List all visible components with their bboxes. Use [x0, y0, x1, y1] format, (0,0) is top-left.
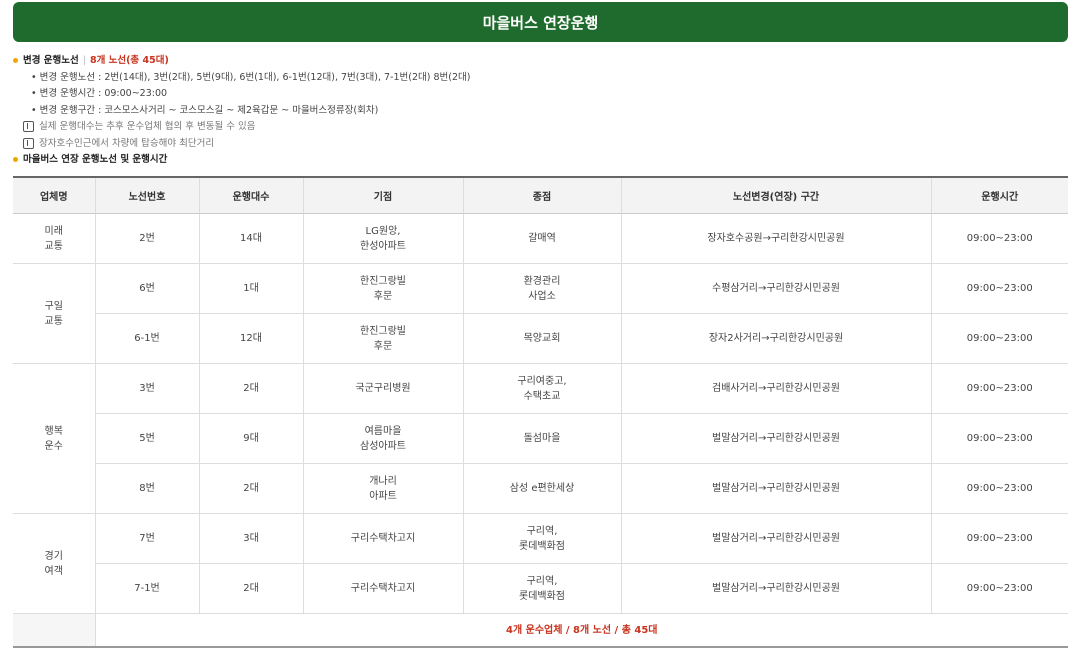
route-cell: 6-1번 [94, 313, 199, 364]
table-header-row: 업체명 노선번호 운행대수 기점 종점 노선변경(연장) 구간 운행시간 [13, 176, 1068, 214]
end-cell: 구리역, 롯데백화점 [462, 563, 621, 614]
hours-cell: 09:00~23:00 [930, 463, 1068, 514]
hours-detail: • 변경 운행시간 : 09:00~23:00 [31, 88, 168, 99]
hours-cell: 09:00~23:00 [930, 363, 1068, 414]
end-cell: 구리역, 롯데백화점 [462, 513, 621, 564]
total-summary: 4개 운수업체 / 8개 노선 / 총 45대 [94, 613, 1068, 648]
start-cell: LG원앙, 한성아파트 [302, 213, 463, 264]
summary-blank-cell [13, 613, 95, 648]
info-section: 변경 운행노선 | 8개 노선(총 45대) • 변경 운행노선 : 2번(14대)… [13, 53, 1068, 169]
section-cell: 벌말삼거리→구리한강시민공원 [620, 563, 931, 614]
hours-cell: 09:00~23:00 [930, 563, 1068, 614]
buses-cell: 12대 [198, 313, 303, 364]
company-cell: 경기 여객 [13, 513, 95, 614]
table-row: 6-1번 12대 한진그랑빌 후문 목양교회 장자2사거리→구리한강시민공원 0… [13, 313, 1068, 364]
end-cell: 구리여중고, 수택초교 [462, 363, 621, 414]
start-cell: 국군구리병원 [302, 363, 463, 414]
table-title: 마을버스 연장 운행노선 및 운행시간 [23, 154, 168, 165]
hours-cell: 09:00~23:00 [930, 313, 1068, 364]
route-cell: 7번 [94, 513, 199, 564]
section-cell: 벌말삼거리→구리한강시민공원 [620, 413, 931, 464]
end-cell: 환경관리 사업소 [462, 263, 621, 314]
section-cell: 장자2사거리→구리한강시민공원 [620, 313, 931, 364]
routes-table: 업체명 노선번호 운행대수 기점 종점 노선변경(연장) 구간 운행시간 미래 … [13, 176, 1068, 648]
section-detail: • 변경 운행구간 : 코스모스사거리 ~ 코스모스길 ~ 제2육갑문 ~ 마을… [31, 104, 379, 116]
start-cell: 한진그랑빌 후문 [302, 313, 463, 364]
table-row: 7-1번 2대 구리수택차고지 구리역, 롯데백화점 벌말삼거리→구리한강시민공… [13, 563, 1068, 614]
start-cell: 개나리 아파트 [302, 463, 463, 514]
notice-icon [23, 137, 34, 149]
summary-row: 4개 운수업체 / 8개 노선 / 총 45대 [13, 613, 1068, 648]
route-cell: 7-1번 [94, 563, 199, 614]
hours-cell: 09:00~23:00 [930, 413, 1068, 464]
table-title-line: 마을버스 연장 운행노선 및 운행시간 [13, 152, 1068, 169]
changed-routes-line: 변경 운행노선 | 8개 노선(총 45대) [13, 53, 1068, 70]
route-cell: 3번 [94, 363, 199, 414]
section-cell: 벌말삼거리→구리한강시민공원 [620, 513, 931, 564]
company-cell: 구일 교통 [13, 263, 95, 364]
route-cell: 8번 [94, 463, 199, 514]
start-cell: 여름마을 삼성아파트 [302, 413, 463, 464]
divider: | [82, 55, 86, 66]
note-2: 장자호수인근에서 차량에 탑승해야 최단거리 [13, 136, 1068, 153]
note-2-text: 장자호수인근에서 차량에 탑승해야 최단거리 [39, 137, 215, 149]
table-row: 행복 운수 3번 2대 국군구리병원 구리여중고, 수택초교 검배사거리→구리한… [13, 363, 1068, 514]
table-row: 경기 여객 7번 3대 구리수택차고지 구리역, 롯데백화점 벌말삼거리→구리한… [13, 513, 1068, 614]
route-cell: 5번 [94, 413, 199, 464]
end-cell: 갈매역 [462, 213, 621, 264]
header-buses: 운행대수 [198, 176, 303, 214]
table-body: 미래 교통 2번 14대 LG원앙, 한성아파트 갈매역 장자호수공원→구리한강… [13, 213, 1068, 648]
company-cell: 미래 교통 [13, 213, 95, 264]
start-cell: 한진그랑빌 후문 [302, 263, 463, 314]
page-banner: 마을버스 연장운행 [13, 2, 1068, 42]
table-row: 5번 9대 여름마을 삼성아파트 돌섬마을 벌말삼거리→구리한강시민공원 09:… [13, 413, 1068, 464]
company-cell: 행복 운수 [13, 363, 95, 514]
changed-routes-label: 변경 운행노선 [23, 55, 79, 66]
buses-cell: 14대 [198, 213, 303, 264]
note-1-text: 실제 운행대수는 추후 운수업체 협의 후 변동될 수 있음 [39, 121, 256, 132]
header-end: 종점 [462, 176, 621, 214]
start-cell: 구리수택차고지 [302, 563, 463, 614]
table-row: 8번 2대 개나리 아파트 삼성 e편한세상 벌말삼거리→구리한강시민공원 09… [13, 463, 1068, 514]
header-company: 업체명 [13, 176, 95, 214]
route-cell: 6번 [94, 263, 199, 314]
end-cell: 돌섬마을 [462, 413, 621, 464]
note-1: 실제 운행대수는 추후 운수업체 협의 후 변동될 수 있음 [13, 119, 1068, 136]
section-cell: 검배사거리→구리한강시민공원 [620, 363, 931, 414]
header-route: 노선번호 [94, 176, 199, 214]
buses-cell: 1대 [198, 263, 303, 314]
end-cell: 목양교회 [462, 313, 621, 364]
section-cell: 벌말삼거리→구리한강시민공원 [620, 463, 931, 514]
buses-cell: 9대 [198, 413, 303, 464]
bullet-dot-icon [13, 157, 18, 162]
buses-cell: 2대 [198, 563, 303, 614]
header-section: 노선변경(연장) 구간 [620, 176, 931, 214]
table-row: 미래 교통 2번 14대 LG원앙, 한성아파트 갈매역 장자호수공원→구리한강… [13, 213, 1068, 264]
bullet-dot-icon [13, 58, 18, 63]
notice-icon [23, 121, 34, 132]
buses-cell: 3대 [198, 513, 303, 564]
hours-cell: 09:00~23:00 [930, 263, 1068, 314]
header-start: 기점 [302, 176, 463, 214]
section-cell: 장자호수공원→구리한강시민공원 [620, 213, 931, 264]
table-row: 구일 교통 6번 1대 한진그랑빌 후문 환경관리 사업소 수평삼거리→구리한강… [13, 263, 1068, 364]
hours-cell: 09:00~23:00 [930, 513, 1068, 564]
changed-routes-highlight: 8개 노선(총 45대) [89, 55, 169, 66]
routes-detail: • 변경 운행노선 : 2번(14대), 3번(2대), 5번(9대), 6번(… [31, 71, 471, 83]
buses-cell: 2대 [198, 463, 303, 514]
buses-cell: 2대 [198, 363, 303, 414]
start-cell: 구리수택차고지 [302, 513, 463, 564]
section-cell: 수평삼거리→구리한강시민공원 [620, 263, 931, 314]
banner-title: 마을버스 연장운행 [482, 13, 599, 32]
end-cell: 삼성 e편한세상 [462, 463, 621, 514]
route-cell: 2번 [94, 213, 199, 264]
header-hours: 운행시간 [930, 176, 1068, 214]
hours-cell: 09:00~23:00 [930, 213, 1068, 264]
